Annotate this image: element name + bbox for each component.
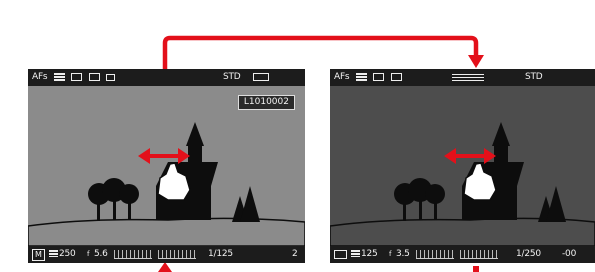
drive-mode-icon <box>71 73 82 81</box>
metering-icon <box>356 73 367 81</box>
format-icon <box>106 74 115 81</box>
top-connector-arrow <box>162 35 479 69</box>
scene-silhouette <box>330 122 595 246</box>
camera-mode-icon <box>334 250 347 259</box>
iso-value: 250 <box>59 249 76 259</box>
metering-icon <box>54 73 65 81</box>
trees-left <box>88 178 139 221</box>
exposure-compensation: -00 <box>562 249 577 259</box>
drive-mode-icon <box>373 73 384 81</box>
camera-screen-right: AFs STD 125 f 3.5 1/250 -00 <box>330 69 595 263</box>
style-label: STD <box>525 72 543 82</box>
ground <box>28 217 305 246</box>
aperture-value: 5.6 <box>94 249 108 259</box>
bottom-status-bar: M 250 f 5.6 1/125 2 <box>28 246 305 263</box>
swipe-arrow <box>444 148 496 164</box>
top-status-bar: AFs STD <box>330 69 595 86</box>
live-view: L1010002 <box>28 86 305 246</box>
church <box>462 122 524 220</box>
bottom-right-marker <box>473 266 479 272</box>
trees-right <box>232 186 260 222</box>
iso-value: 125 <box>361 249 378 259</box>
exposure-scale-2 <box>158 250 196 259</box>
top-connector-arrowhead <box>468 55 484 68</box>
aperture-icon: f <box>389 250 392 258</box>
aperture-value: 3.5 <box>396 249 410 259</box>
focus-field-icon <box>391 73 402 81</box>
exposure-mode-badge: M <box>32 249 45 261</box>
af-mode-label: AFs <box>334 72 350 82</box>
trees-left <box>394 178 445 221</box>
white-balance-icon <box>452 74 484 81</box>
af-mode-label: AFs <box>32 72 48 82</box>
style-label: STD <box>223 72 241 82</box>
shutter-speed: 1/125 <box>208 249 233 259</box>
exposure-scale <box>114 250 152 259</box>
iso-icon <box>49 250 58 257</box>
iso-icon <box>351 250 360 257</box>
camera-screen-left: AFs STD L1010002 M 250 f 5.6 1/125 2 <box>28 69 305 263</box>
ground <box>330 217 595 246</box>
battery-icon <box>253 73 269 81</box>
exposure-scale <box>416 250 454 259</box>
live-view <box>330 86 595 246</box>
focus-field-icon <box>89 73 100 81</box>
remaining-count: 2 <box>292 249 298 259</box>
top-status-bar: AFs STD <box>28 69 305 86</box>
trees-right <box>538 186 566 222</box>
aperture-icon: f <box>87 250 90 258</box>
bottom-status-bar: 125 f 3.5 1/250 -00 <box>330 246 595 263</box>
shutter-speed: 1/250 <box>516 249 541 259</box>
exposure-scale-2 <box>460 250 498 259</box>
scene-silhouette <box>28 122 305 246</box>
church <box>156 122 218 220</box>
swipe-arrow <box>138 148 190 164</box>
bottom-left-arrowhead <box>158 262 172 272</box>
